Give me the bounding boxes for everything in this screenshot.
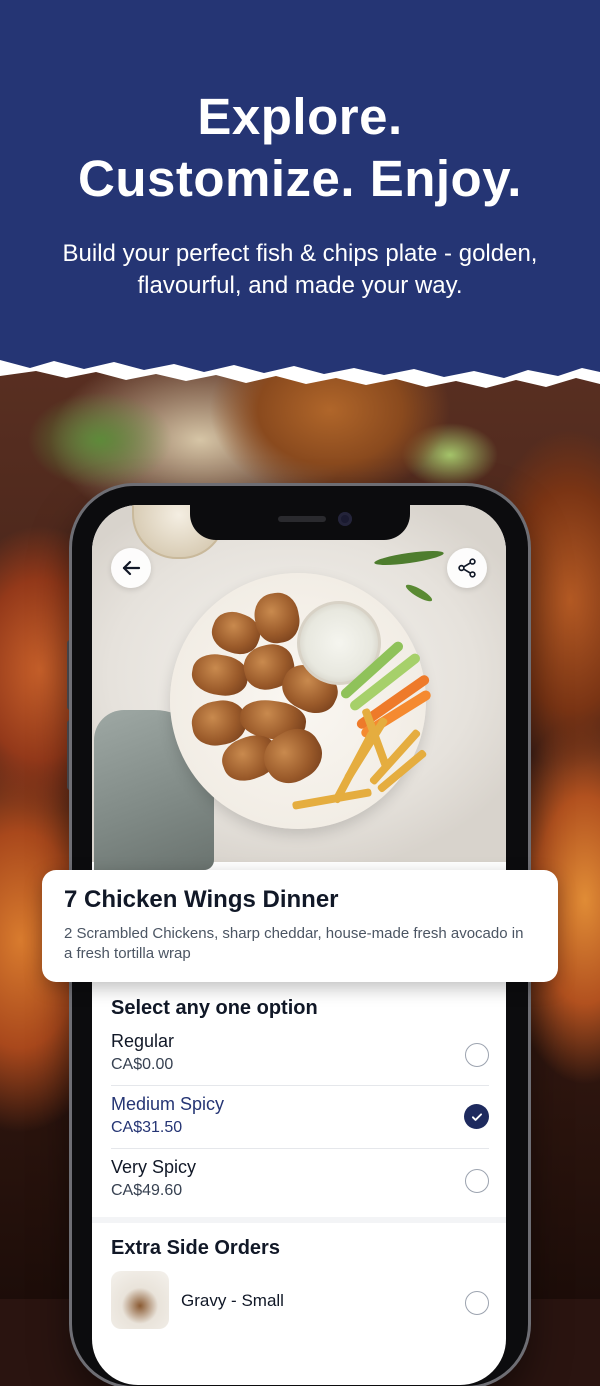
- divider: [111, 1148, 489, 1149]
- option-name: Medium Spicy: [111, 1094, 225, 1114]
- item-title-card: 7 Chicken Wings Dinner 2 Scrambled Chick…: [42, 870, 558, 982]
- headline-line-1: Explore.: [197, 88, 403, 145]
- share-icon: [458, 558, 476, 578]
- checkbox[interactable]: [465, 1291, 489, 1315]
- check-icon: [471, 1112, 482, 1121]
- phone-notch: [190, 486, 410, 540]
- back-button[interactable]: [111, 548, 151, 588]
- option-name: Regular: [111, 1031, 175, 1051]
- headline-line-2: Customize. Enjoy.: [78, 150, 522, 207]
- herb-garnish: [404, 582, 434, 604]
- phone-camera: [338, 512, 352, 526]
- option-price: CA$31.50: [111, 1119, 183, 1136]
- option-very-spicy[interactable]: Very Spicy CA$49.60: [111, 1157, 489, 1219]
- option-name: Very Spicy: [111, 1157, 197, 1177]
- option-regular[interactable]: Regular CA$0.00: [111, 1031, 489, 1093]
- radio-button[interactable]: [465, 1043, 489, 1067]
- side-order-thumbnail: [111, 1271, 169, 1329]
- herb-garnish: [373, 548, 445, 568]
- options-section-title: Select any one option: [111, 997, 318, 1019]
- share-button[interactable]: [447, 548, 487, 588]
- side-order-name: Gravy - Small: [181, 1291, 284, 1310]
- option-price: CA$49.60: [111, 1182, 183, 1199]
- item-description: 2 Scrambled Chickens, sharp cheddar, hou…: [64, 925, 524, 962]
- option-price: CA$0.00: [111, 1056, 174, 1073]
- section-divider: [92, 1217, 506, 1223]
- side-order-item[interactable]: Gravy - Small: [111, 1271, 489, 1331]
- divider: [111, 1085, 489, 1086]
- option-medium-spicy[interactable]: Medium Spicy CA$31.50: [111, 1094, 489, 1156]
- item-title: 7 Chicken Wings Dinner: [64, 886, 339, 913]
- radio-button[interactable]: [465, 1169, 489, 1193]
- food-image: [92, 505, 506, 870]
- promo-headline: Explore. Customize. Enjoy.: [0, 86, 600, 210]
- radio-button-selected[interactable]: [464, 1104, 489, 1129]
- promo-subheadline: Build your perfect fish & chips plate - …: [62, 240, 538, 299]
- arrow-left-icon: [122, 560, 141, 576]
- side-orders-section-title: Extra Side Orders: [111, 1237, 280, 1259]
- phone-speaker: [278, 516, 326, 522]
